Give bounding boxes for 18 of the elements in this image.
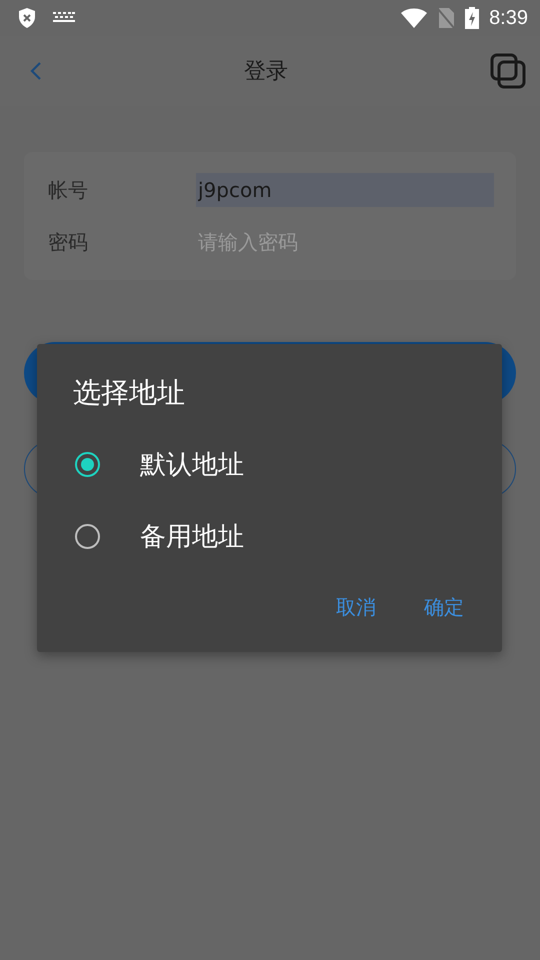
status-time: 8:39	[489, 6, 528, 30]
shield-icon	[17, 7, 37, 29]
wifi-icon	[401, 8, 428, 28]
radio-button[interactable]	[75, 452, 100, 476]
field-label: 帐号	[48, 176, 89, 204]
dialog-title: 选择地址	[73, 375, 185, 411]
option-label[interactable]: 默认地址	[140, 446, 244, 482]
input-field[interactable]: j9pcom	[196, 173, 494, 207]
keyboard-icon	[53, 12, 75, 24]
field-label: 密码	[48, 228, 89, 256]
radio-button[interactable]	[75, 524, 100, 548]
page-title: 登录	[244, 58, 288, 86]
windows-icon[interactable]	[490, 53, 526, 89]
no-sim-icon	[437, 7, 456, 29]
dialog-button[interactable]: 取消	[322, 586, 390, 629]
battery-charging-icon	[465, 7, 480, 29]
dialog-button[interactable]: 确定	[410, 586, 478, 629]
option-label[interactable]: 备用地址	[140, 518, 244, 554]
